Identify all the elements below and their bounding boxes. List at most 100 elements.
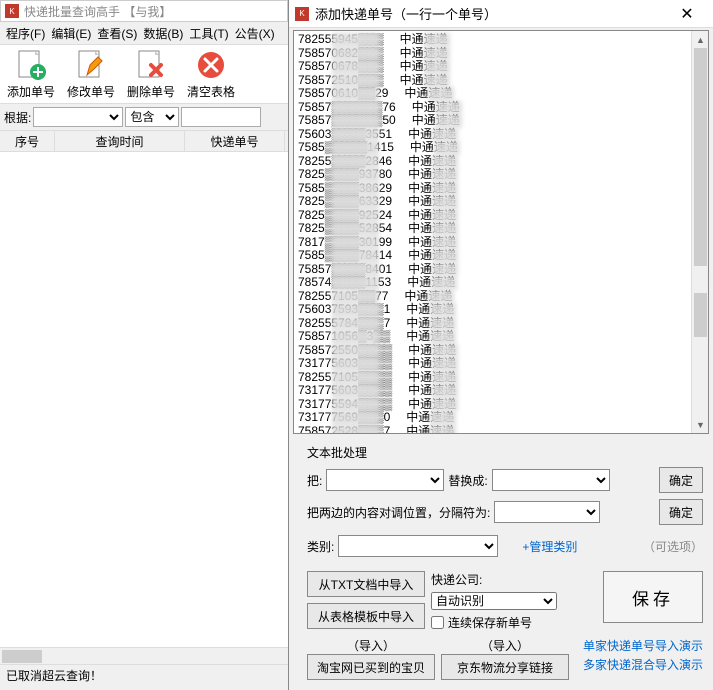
swap-label: 把两边的内容对调位置，分隔符为: xyxy=(307,504,490,521)
import-txt-button[interactable]: 从TXT文档中导入 xyxy=(307,571,425,597)
filter-row: 根据: 包含 xyxy=(0,104,288,130)
scroll-thumb[interactable] xyxy=(694,48,707,266)
tracking-row: 758570678▒▒▒中通速递 xyxy=(298,60,687,74)
taobao-import-button[interactable]: 淘宝网已买到的宝贝 xyxy=(307,654,435,680)
tracking-row: 782555945▒▒▒中通速递 xyxy=(298,33,687,47)
tracking-row: 758572528▒▒▒7中通速递 xyxy=(298,425,687,434)
filter-field-select[interactable] xyxy=(33,107,123,127)
close-button[interactable]: ✕ xyxy=(667,4,707,24)
replace-row: 把: 替换成: 确定 xyxy=(307,467,703,493)
tracking-row: 7817▒▒▒▒30199中通速递 xyxy=(298,236,687,250)
replace-confirm-button[interactable]: 确定 xyxy=(659,467,703,493)
dialog-title: 添加快递单号（一行一个单号） xyxy=(315,4,667,23)
continue-save-label: 连续保存新单号 xyxy=(448,614,532,631)
replace-to-label: 替换成: xyxy=(448,472,487,489)
company-label: 快递公司: xyxy=(431,571,482,588)
swap-delimiter-select[interactable] xyxy=(494,501,600,523)
menu-data[interactable]: 数据(B) xyxy=(141,23,185,44)
add-icon xyxy=(15,49,47,81)
menu-tools[interactable]: 工具(T) xyxy=(187,23,230,44)
col-number[interactable]: 快递单号 xyxy=(185,131,285,151)
filter-value-input[interactable] xyxy=(181,107,261,127)
category-row: 类别: +管理类别 （可选项） xyxy=(307,535,703,557)
tracking-row: 758571056▒3▒▒中通速递 xyxy=(298,330,687,344)
horizontal-scrollbar[interactable] xyxy=(0,647,288,664)
tracking-row: 75857▒▒▒▒▒▒50中通速递 xyxy=(298,114,687,128)
tracking-row: 7585▒▒▒▒38629中通速递 xyxy=(298,182,687,196)
swap-row: 把两边的内容对调位置，分隔符为: 确定 xyxy=(307,499,703,525)
toolbar-delete[interactable]: 删除单号 xyxy=(124,49,178,100)
grid-body xyxy=(0,152,288,647)
clear-icon xyxy=(195,49,227,81)
tracking-row: 7585▒▒▒▒78414中通速递 xyxy=(298,249,687,263)
tracking-row: 756037593▒▒▒1中通速递 xyxy=(298,303,687,317)
company-select[interactable]: 自动识别 xyxy=(431,592,557,610)
swap-confirm-button[interactable]: 确定 xyxy=(659,499,703,525)
app-icon: K xyxy=(5,4,19,18)
menu-view[interactable]: 查看(S) xyxy=(95,23,139,44)
save-button[interactable]: 保存 xyxy=(603,571,703,623)
category-label: 类别: xyxy=(307,538,334,555)
toolbar-label: 删除单号 xyxy=(127,83,175,100)
tracking-row: 758570610▒▒29中通速递 xyxy=(298,87,687,101)
status-text: 已取消超云查询！ xyxy=(6,667,102,684)
col-time[interactable]: 查询时间 xyxy=(55,131,185,151)
tracking-row: 78255▒▒▒▒2846中通速递 xyxy=(298,155,687,169)
toolbar-label: 清空表格 xyxy=(187,83,235,100)
delete-icon xyxy=(135,49,167,81)
jd-import-button[interactable]: 京东物流分享链接 xyxy=(441,654,569,680)
tracking-row: 782557105▒▒77中通速递 xyxy=(298,290,687,304)
toolbar-label: 修改单号 xyxy=(67,83,115,100)
manage-category-link[interactable]: +管理类别 xyxy=(522,538,577,555)
tracking-row: 75857▒▒▒▒8401中通速递 xyxy=(298,263,687,277)
menu-edit[interactable]: 编辑(E) xyxy=(49,23,93,44)
import-lead: （导入） xyxy=(347,637,395,654)
tracking-row: 731777569▒▒▒0中通速递 xyxy=(298,411,687,425)
external-import-row: （导入） 淘宝网已买到的宝贝 （导入） 京东物流分享链接 单家快递单号导入演示 … xyxy=(289,631,713,686)
main-window-title-bar: K 快递批量查询高手 【与我】 xyxy=(0,0,288,22)
tracking-row: 7825▒▒▒▒63329中通速递 xyxy=(298,195,687,209)
tracking-row: 78574▒▒▒▒1153中通速递 xyxy=(298,276,687,290)
edit-icon xyxy=(75,49,107,81)
tracking-list-textarea[interactable]: 782555945▒▒▒中通速递758570682▒▒▒中通速递75857067… xyxy=(293,30,709,434)
tracking-row: 782555784▒▒▒7中通速递 xyxy=(298,317,687,331)
tracking-row: 7825▒▒▒▒92524中通速递 xyxy=(298,209,687,223)
vertical-scrollbar[interactable]: ▲ ▼ xyxy=(691,31,708,433)
col-index[interactable]: 序号 xyxy=(0,131,55,151)
scroll-up-icon[interactable]: ▲ xyxy=(692,31,709,48)
demo-single-link[interactable]: 单家快递单号导入演示 xyxy=(583,637,703,654)
toolbar-label: 添加单号 xyxy=(7,83,55,100)
dialog-icon: K xyxy=(295,7,309,21)
toolbar-clear[interactable]: 清空表格 xyxy=(184,49,238,100)
tracking-row: 758572550▒▒▒▒中通速递 xyxy=(298,344,687,358)
filter-op-select[interactable]: 包含 xyxy=(125,107,179,127)
tracking-row: 731775594▒▒▒▒中通速递 xyxy=(298,398,687,412)
tracking-row: 782557105▒▒▒▒中通速递 xyxy=(298,371,687,385)
menu-program[interactable]: 程序(F) xyxy=(4,23,47,44)
main-window: K 快递批量查询高手 【与我】 程序(F) 编辑(E) 查看(S) 数据(B) … xyxy=(0,0,288,690)
import-save-row: 从TXT文档中导入 从表格模板中导入 快递公司: 自动识别 连续保存新单号 保存 xyxy=(289,571,713,631)
tracking-row: 731775603▒▒▒▒中通速递 xyxy=(298,384,687,398)
scroll-thumb-2[interactable] xyxy=(694,293,707,337)
replace-from-select[interactable] xyxy=(326,469,444,491)
continue-save-checkbox[interactable] xyxy=(431,616,444,629)
demo-multi-link[interactable]: 多家快递混合导入演示 xyxy=(583,656,703,673)
scroll-down-icon[interactable]: ▼ xyxy=(692,416,709,433)
import-template-button[interactable]: 从表格模板中导入 xyxy=(307,603,425,629)
toolbar-modify[interactable]: 修改单号 xyxy=(64,49,118,100)
tracking-row: 758572510▒▒▒中通速递 xyxy=(298,74,687,88)
dialog-title-bar: K 添加快递单号（一行一个单号） ✕ xyxy=(289,0,713,28)
status-bar: 已取消超云查询！ xyxy=(0,664,288,686)
app-title: 快递批量查询高手 【与我】 xyxy=(24,3,171,20)
optional-label: （可选项） xyxy=(643,538,703,555)
batch-section: 文本批处理 把: 替换成: 确定 把两边的内容对调位置，分隔符为: 确定 类别:… xyxy=(289,440,713,567)
category-select[interactable] xyxy=(338,535,498,557)
add-tracking-dialog: K 添加快递单号（一行一个单号） ✕ 782555945▒▒▒中通速递75857… xyxy=(288,0,713,690)
tracking-row: 7825▒▒▒▒93780中通速递 xyxy=(298,168,687,182)
import-lead: （导入） xyxy=(481,637,529,654)
toolbar-add[interactable]: 添加单号 xyxy=(4,49,58,100)
toolbar: 添加单号 修改单号 删除单号 清空表格 xyxy=(0,44,288,104)
replace-to-select[interactable] xyxy=(492,469,610,491)
menu-notice[interactable]: 公告(X) xyxy=(233,23,277,44)
tracking-row: 7585▒▒▒▒▒1415中通速递 xyxy=(298,141,687,155)
